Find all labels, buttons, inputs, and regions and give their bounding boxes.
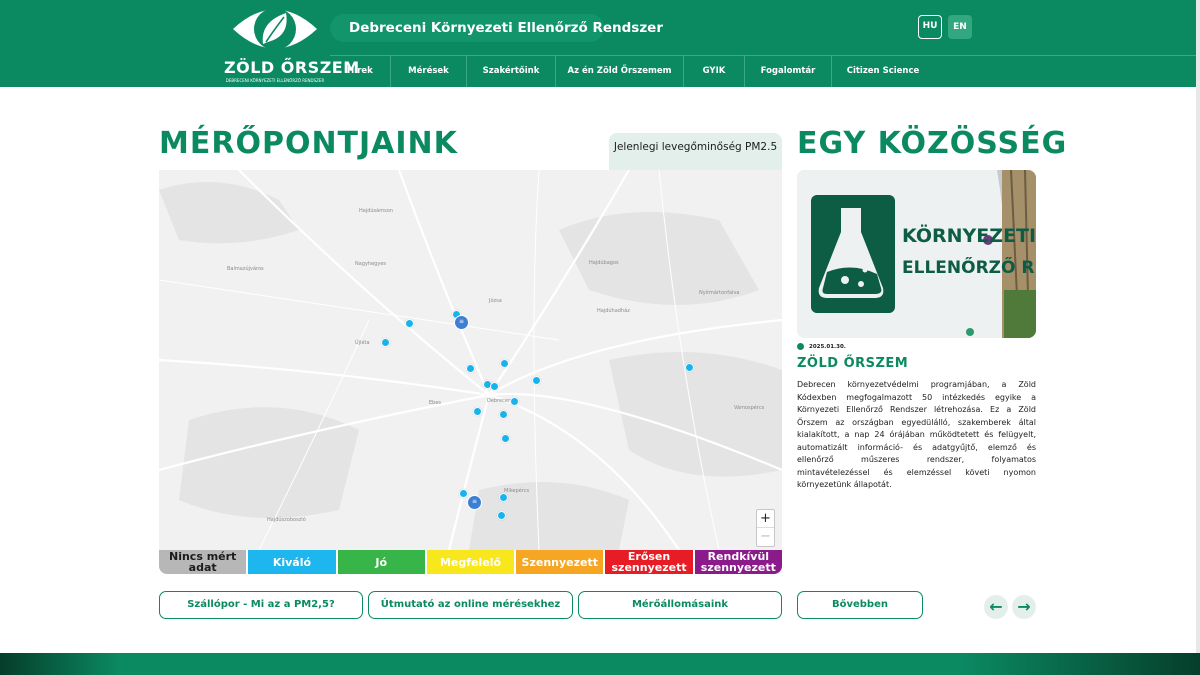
news-title[interactable]: ZÖLD ŐRSZEM: [797, 356, 908, 371]
station-marker[interactable]: [501, 434, 510, 443]
nav-item-hirek[interactable]: Hírek: [330, 56, 391, 87]
site-footer: [0, 653, 1200, 675]
legend-no-data: Nincs mért adat: [159, 550, 247, 574]
station-marker[interactable]: [510, 397, 519, 406]
station-marker[interactable]: [685, 363, 694, 372]
legend-heavily-polluted: Erősen szennyezett: [605, 550, 693, 574]
station-marker[interactable]: [500, 359, 509, 368]
nav-item-gyik[interactable]: GYIK: [684, 56, 745, 87]
station-marker[interactable]: [405, 319, 414, 328]
lang-en-button[interactable]: EN: [948, 15, 972, 39]
map-place-label: Nagyhegyes: [355, 261, 386, 267]
online-guide-button[interactable]: Útmutató az online mérésekhez: [368, 591, 573, 619]
station-marker[interactable]: [532, 376, 541, 385]
photo-text-line2: ELLENŐRZŐ RENDSZ: [902, 256, 1036, 278]
map-zoom-control: + −: [756, 509, 775, 547]
main-nav: Hírek Mérések Szakértőink Az én Zöld Őrs…: [330, 56, 934, 87]
map-place-label: Hajdúhadház: [597, 308, 630, 314]
station-cluster-icon[interactable]: ≡: [467, 495, 482, 510]
station-marker[interactable]: [466, 364, 475, 373]
map-place-label: Ebes: [429, 400, 442, 406]
station-cluster-icon[interactable]: ≡: [454, 315, 469, 330]
station-marker[interactable]: [473, 407, 482, 416]
map-place-label: Debrecen: [487, 398, 512, 404]
eye-leaf-logo-icon: [233, 8, 317, 50]
date-dot-icon: [797, 343, 804, 350]
map-place-label: Nyírmártonfalva: [699, 290, 740, 296]
news-photo-image: KÖRNYEZETI ELLENŐRZŐ RENDSZ: [797, 170, 1036, 338]
more-button[interactable]: Bővebben: [797, 591, 923, 619]
logo[interactable]: ZÖLD ŐRSZEM DEBRECENI KÖRNYEZETI ELLENŐR…: [224, 0, 360, 86]
pm25-info-button[interactable]: Szállópor - Mi az a PM2,5?: [159, 591, 363, 619]
nav-item-meresek[interactable]: Mérések: [391, 56, 467, 87]
zoom-out-button[interactable]: −: [757, 528, 774, 546]
pm25-tab-label[interactable]: Jelenlegi levegőminőség PM2.5: [609, 133, 782, 171]
map-place-label: Hajdúsámson: [359, 208, 393, 214]
news-body: Debrecen környezetvédelmi programjában, …: [797, 380, 1036, 489]
logo-name: ZÖLD ŐRSZEM: [224, 58, 360, 77]
logo-subtitle: DEBRECENI KÖRNYEZETI ELLENŐRZŐ RENDSZER: [225, 78, 325, 83]
measurement-map[interactable]: Hajdúsámson Balmazújváros Nagyhegyes Újl…: [159, 170, 782, 550]
map-roads: [159, 170, 782, 550]
station-marker[interactable]: [459, 489, 468, 498]
map-place-label: Józsa: [489, 298, 502, 304]
photo-text-line1: KÖRNYEZETI: [902, 223, 1036, 247]
lang-hu-button[interactable]: HU: [918, 15, 942, 39]
station-marker[interactable]: [497, 511, 506, 520]
nav-item-fogalomtar[interactable]: Fogalomtár: [745, 56, 832, 87]
community-heading: EGY KÖZÖSSÉG: [797, 126, 1068, 161]
legend-extremely-polluted: Rendkívül szennyezett: [694, 550, 782, 574]
nav-item-szakertoink[interactable]: Szakértőink: [467, 56, 556, 87]
map-place-label: Hajdúszoboszló: [267, 517, 306, 523]
legend-good: Jó: [337, 550, 425, 574]
station-marker[interactable]: [490, 382, 499, 391]
station-marker[interactable]: [381, 338, 390, 347]
prev-arrow-icon[interactable]: ←: [984, 595, 1008, 619]
zoom-in-button[interactable]: +: [757, 510, 774, 528]
scrollbar[interactable]: [1196, 0, 1200, 675]
map-place-label: Hajdúbagos: [589, 260, 619, 266]
air-quality-legend: Nincs mért adat Kiváló Jó Megfelelő Szen…: [159, 550, 782, 574]
station-marker[interactable]: [499, 410, 508, 419]
stations-button[interactable]: Mérőállomásaink: [578, 591, 782, 619]
nav-item-citizen-science[interactable]: Citizen Science: [832, 56, 934, 87]
news-photo[interactable]: KÖRNYEZETI ELLENŐRZŐ RENDSZ: [797, 170, 1036, 338]
legend-acceptable: Megfelelő: [426, 550, 515, 574]
station-marker[interactable]: [499, 493, 508, 502]
map-place-label: Balmazújváros: [227, 266, 264, 272]
map-place-label: Vámospércs: [734, 405, 765, 411]
site-header: ZÖLD ŐRSZEM DEBRECENI KÖRNYEZETI ELLENŐR…: [0, 0, 1196, 87]
measurement-heading: MÉRŐPONTJAINK: [159, 126, 458, 161]
site-title: Debreceni Környezeti Ellenőrző Rendszer: [330, 14, 663, 42]
next-arrow-icon[interactable]: →: [1012, 595, 1036, 619]
map-place-label: Mikepércs: [504, 488, 530, 494]
map-place-label: Újléta: [355, 340, 370, 346]
legend-polluted: Szennyezett: [516, 550, 604, 574]
news-date: 2025.01.30.: [809, 344, 846, 350]
legend-excellent: Kiváló: [248, 550, 336, 574]
nav-item-zold-orszem[interactable]: Az én Zöld Őrszemem: [556, 56, 684, 87]
